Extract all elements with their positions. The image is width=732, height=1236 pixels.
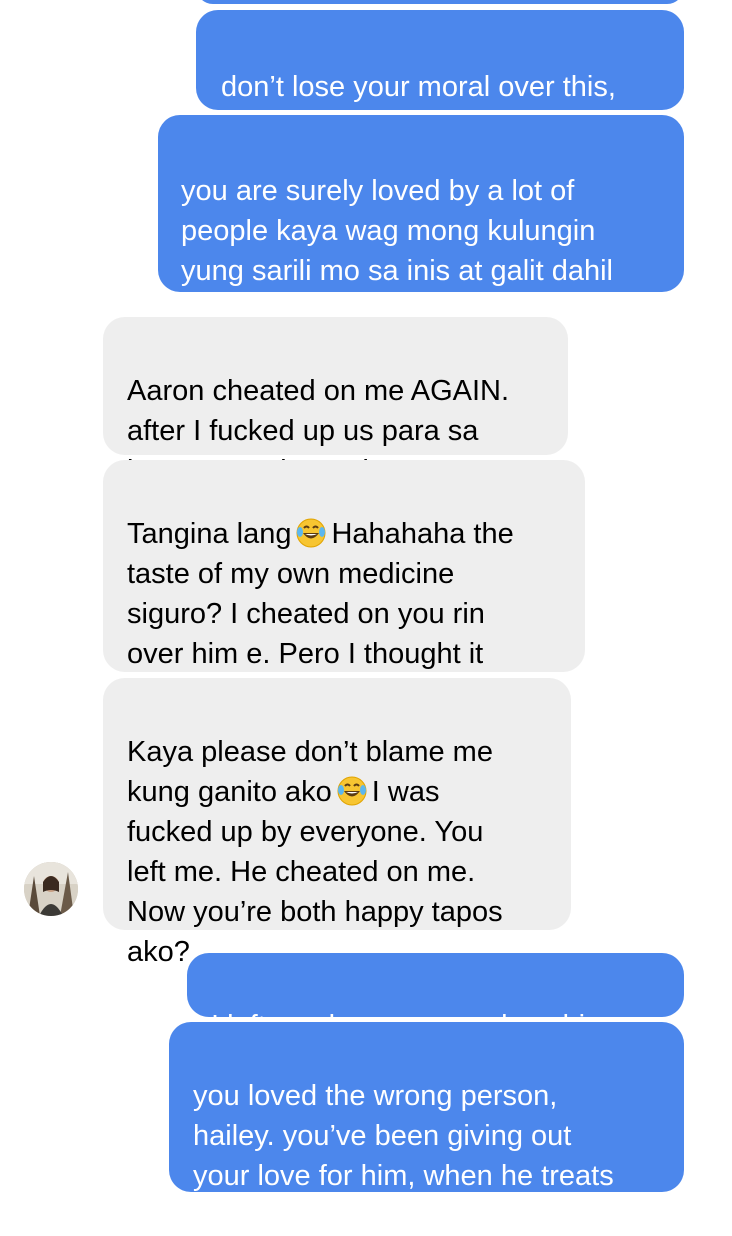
message-bubble-outgoing[interactable]: you loved the wrong person, hailey. you’… xyxy=(169,1022,684,1232)
message-text: you are surely loved by a lot of people … xyxy=(181,175,613,327)
message-bubble-outgoing[interactable]: you are surely loved by a lot of people … xyxy=(158,115,684,327)
message-text-before-emoji: Tangina lang xyxy=(127,518,292,550)
message-bubble-incoming[interactable]: Tangina lang Hahahaha the taste of my ow… xyxy=(103,460,585,710)
contact-avatar[interactable] xyxy=(24,862,78,916)
message-text: you loved the wrong person, hailey. you’… xyxy=(193,1080,614,1232)
message-bubble-outgoing[interactable]: I left you because you love him. xyxy=(187,953,684,1042)
face-with-tears-of-joy-icon xyxy=(295,517,327,549)
face-with-tears-of-joy-icon xyxy=(336,775,368,807)
message-bubble-incoming[interactable]: Aaron cheated on me AGAIN. after I fucke… xyxy=(103,317,568,487)
message-bubble-incoming[interactable]: Kaya please don’t blame me kung ganito a… xyxy=(103,678,571,968)
message-bubble-outgoing[interactable]: don’t lose your moral over this, hailey.… xyxy=(196,10,684,143)
previous-message-bubble[interactable] xyxy=(196,0,684,4)
message-thread: don’t lose your moral over this, hailey.… xyxy=(0,0,732,1232)
